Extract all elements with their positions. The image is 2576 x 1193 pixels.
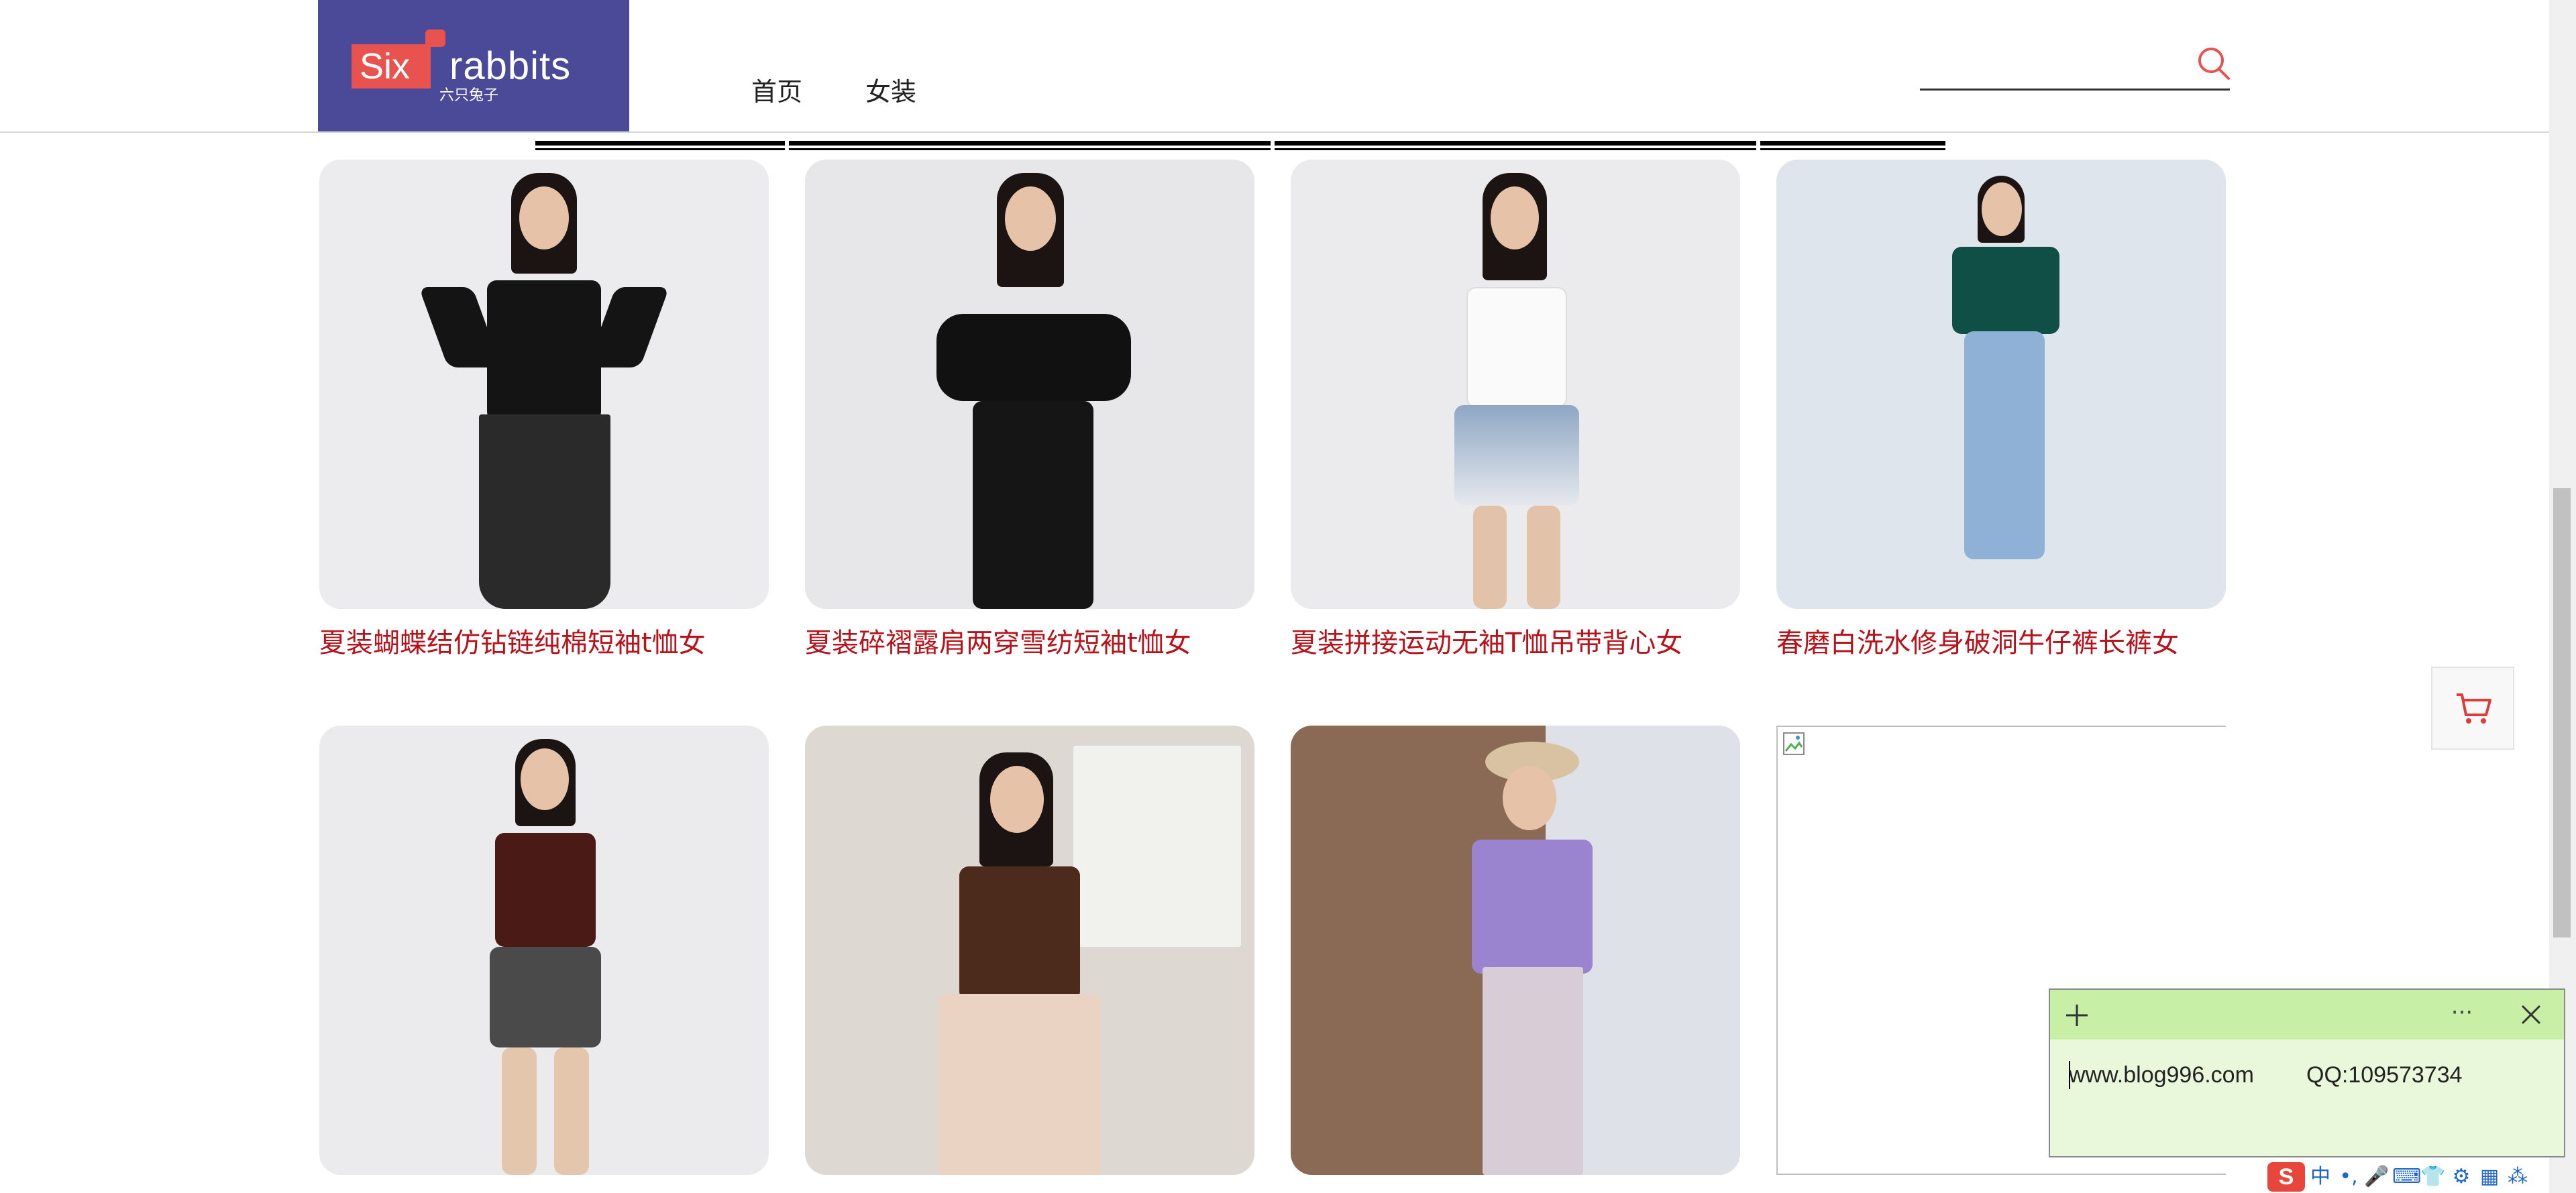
more-options-icon[interactable]: ···: [2442, 999, 2482, 1026]
product-title[interactable]: 夏装蝴蝶结仿钻链纯棉短袖t恤女: [319, 621, 802, 660]
skin-icon[interactable]: 👕: [2420, 1162, 2446, 1192]
search-input[interactable]: [1920, 89, 2230, 91]
nav-womens-wear[interactable]: 女装: [865, 75, 916, 109]
product-title[interactable]: 夏装拼接运动无袖T恤吊带背心女: [1291, 621, 1774, 660]
product-card[interactable]: 夏装拼接运动无袖T恤吊带背心女: [1291, 160, 1740, 659]
product-image[interactable]: [805, 726, 1254, 1175]
dropdown-divider: [1760, 141, 1945, 150]
logo-text-rabbits: rabbits: [449, 44, 572, 88]
pleated-skirt: [479, 414, 610, 609]
product-image[interactable]: [319, 160, 769, 609]
cart-icon: [2457, 693, 2491, 724]
product-title[interactable]: 夏装碎褶露肩两穿雪纺短袖t恤女: [805, 621, 1288, 660]
close-icon[interactable]: [2520, 1003, 2542, 1026]
ime-toolbar[interactable]: S 中 •, 🎤 ⌨ 👕 ⚙ ▦ ⁂: [2267, 1160, 2530, 1193]
sogou-logo-icon[interactable]: S: [2267, 1161, 2305, 1192]
sticky-note-header[interactable]: ···: [2050, 990, 2564, 1039]
sticky-note[interactable]: ··· www.blog996.com QQ:109573734: [2049, 988, 2565, 1157]
logo-subtitle: 六只兔子: [439, 87, 498, 104]
leg: [1473, 506, 1507, 609]
site-header: Six rabbits 六只兔子 首页 女装: [0, 0, 2549, 133]
settings-icon[interactable]: ⚙: [2449, 1162, 2474, 1192]
grey-shorts: [490, 947, 601, 1047]
floral-dress: [1483, 967, 1583, 1175]
leg: [502, 1047, 537, 1175]
microphone-icon[interactable]: 🎤: [2364, 1162, 2390, 1192]
keyboard-icon[interactable]: ⌨: [2392, 1162, 2421, 1192]
offshoulder-top: [936, 314, 1131, 401]
broken-image-icon: [1783, 732, 1805, 755]
dropdown-divider: [535, 141, 785, 150]
ime-language[interactable]: 中: [2308, 1162, 2333, 1192]
product-image[interactable]: [1291, 160, 1740, 609]
model-face: [519, 186, 569, 249]
leg: [554, 1047, 589, 1175]
product-card[interactable]: 夏装碎褶露肩两穿雪纺短袖t恤女: [805, 160, 1254, 659]
model-face: [1982, 182, 2022, 236]
dropdown-divider: [789, 141, 1271, 150]
leg: [1527, 506, 1560, 609]
model-face: [990, 766, 1044, 833]
product-card[interactable]: 春磨白洗水修身破洞牛仔裤长裤女: [1776, 160, 2226, 659]
product-image[interactable]: [1291, 726, 1740, 1175]
green-blouse: [1952, 247, 2059, 334]
brand-logo[interactable]: Six rabbits 六只兔子: [318, 0, 629, 131]
cart-button[interactable]: [2431, 667, 2514, 750]
logo-badge-tab: [425, 30, 445, 47]
toolbox-icon[interactable]: ▦: [2477, 1162, 2502, 1192]
scrollbar-thumb[interactable]: [2553, 488, 2571, 938]
model-face: [521, 748, 569, 810]
add-note-icon[interactable]: [2063, 1002, 2090, 1029]
denim-shorts: [1454, 405, 1579, 506]
white-tank: [1466, 287, 1567, 408]
product-card[interactable]: [1291, 726, 1740, 1175]
product-card[interactable]: [805, 726, 1254, 1175]
brown-vest: [959, 866, 1080, 1001]
product-card[interactable]: [319, 726, 769, 1175]
product-image[interactable]: [805, 160, 1254, 609]
dropdown-divider: [1275, 141, 1756, 150]
search-icon[interactable]: [2194, 44, 2234, 84]
note-qq-text[interactable]: QQ:109573734: [2306, 1062, 2463, 1088]
window: [1073, 746, 1241, 947]
ime-punctuation[interactable]: •,: [2336, 1162, 2361, 1192]
logo-text-six: Six: [360, 46, 411, 87]
floral-skirt: [973, 401, 1093, 609]
nav-home[interactable]: 首页: [751, 75, 802, 109]
purple-shirt: [1472, 840, 1593, 974]
product-image[interactable]: [1776, 160, 2226, 609]
model-face: [1503, 766, 1556, 830]
model-face: [1491, 186, 1539, 249]
beige-dress: [939, 994, 1100, 1175]
product-title[interactable]: 春磨白洗水修身破洞牛仔裤长裤女: [1776, 621, 2259, 660]
model-face: [1005, 186, 1056, 251]
note-site-text[interactable]: www.blog996.com: [2069, 1062, 2254, 1088]
more-tools-icon[interactable]: ⁂: [2505, 1162, 2530, 1192]
jeans: [1964, 331, 2045, 559]
polka-dot-polo: [495, 833, 596, 947]
product-card[interactable]: 夏装蝴蝶结仿钻链纯棉短袖t恤女: [319, 160, 769, 659]
black-tshirt: [487, 280, 601, 421]
product-image[interactable]: [319, 726, 769, 1175]
